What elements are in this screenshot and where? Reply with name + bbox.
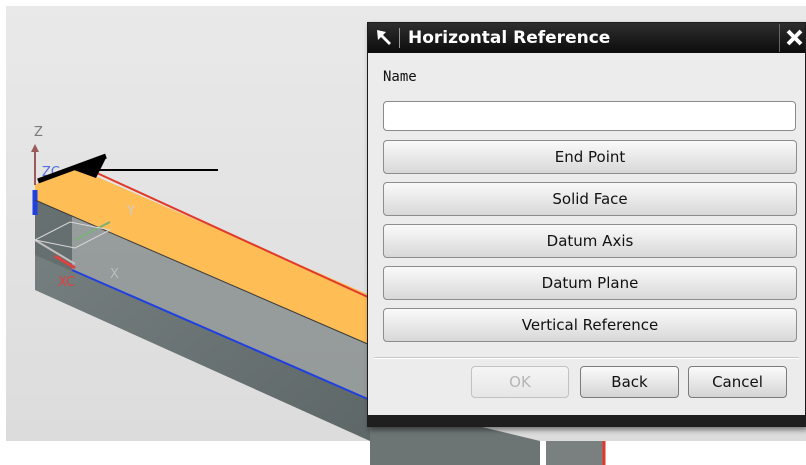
xc-axis-label: XC: [58, 275, 75, 290]
cancel-button[interactable]: Cancel: [688, 366, 787, 398]
y-axis-label: Y: [126, 204, 135, 219]
x-axis-label: X: [110, 267, 119, 282]
title-separator: [399, 28, 400, 48]
pin-arrow-icon[interactable]: [374, 27, 396, 49]
end-point-button[interactable]: End Point: [383, 140, 797, 174]
dialog-title: Horizontal Reference: [408, 28, 611, 48]
name-input[interactable]: [383, 101, 796, 131]
part-lower-front: [546, 441, 604, 465]
vertical-reference-button[interactable]: Vertical Reference: [383, 308, 797, 342]
back-button[interactable]: Back: [580, 366, 679, 398]
close-icon[interactable]: [779, 24, 806, 52]
datum-axis-button[interactable]: Datum Axis: [383, 224, 797, 258]
z-axis-label: Z: [34, 125, 43, 140]
dialog-bottom-bar: [368, 415, 805, 426]
name-label: Name: [383, 69, 417, 85]
solid-face-button[interactable]: Solid Face: [383, 182, 797, 216]
horizontal-reference-dialog: Horizontal Reference Name End Point Soli…: [367, 22, 806, 427]
ok-button[interactable]: OK: [471, 366, 569, 398]
dialog-separator: [374, 357, 799, 359]
datum-plane-button[interactable]: Datum Plane: [383, 266, 797, 300]
dialog-title-bar[interactable]: Horizontal Reference: [368, 23, 805, 53]
